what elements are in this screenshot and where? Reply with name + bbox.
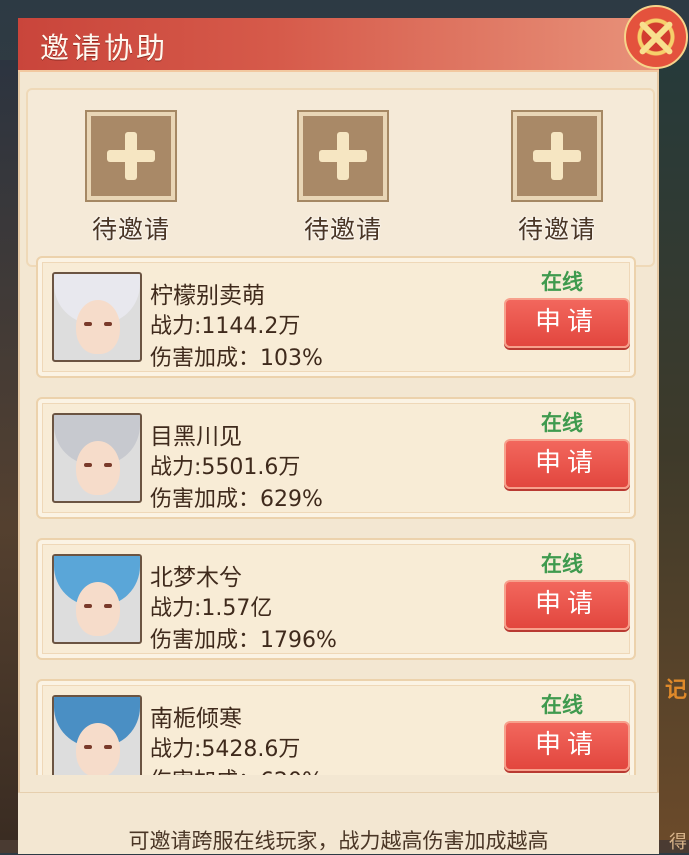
add-icon [85, 110, 177, 202]
player-power: 战力:5501.6万 [150, 455, 301, 480]
player-name: 南栀倾寒 [150, 706, 242, 732]
player-name: 目黑川见 [150, 424, 242, 450]
online-status: 在线 [541, 693, 583, 717]
close-flower-icon[interactable] [624, 5, 688, 69]
invite-slots: 待邀请 待邀请 待邀请 [26, 88, 655, 267]
apply-button[interactable]: 申请 [504, 439, 630, 489]
background-side-text: 记 [664, 678, 687, 703]
player-card: 南栀倾寒 战力:5428.6万 伤害加成：620% 在线 申请 [36, 679, 636, 775]
dialog-title: 邀请协助 [40, 31, 169, 65]
avatar [52, 272, 142, 362]
avatar [52, 554, 142, 644]
apply-button[interactable]: 申请 [504, 721, 630, 771]
player-name: 柠檬别卖萌 [150, 283, 265, 309]
player-power: 战力:1144.2万 [150, 314, 301, 339]
invite-slot-1[interactable]: 待邀请 [85, 110, 177, 244]
player-bonus: 伤害加成：103% [150, 346, 323, 371]
footer: 可邀请跨服在线玩家，战力越高伤害加成越高 [18, 792, 659, 854]
player-bonus: 伤害加成：1796% [150, 628, 337, 653]
player-bonus: 伤害加成：629% [150, 487, 323, 512]
online-status: 在线 [541, 270, 583, 294]
add-icon [297, 110, 389, 202]
add-icon [511, 110, 603, 202]
apply-button[interactable]: 申请 [504, 580, 630, 630]
player-list[interactable]: 柠檬别卖萌 战力:1144.2万 伤害加成：103% 在线 申请 目黑川见 战力… [32, 252, 644, 775]
title-bar: 邀请协助 [18, 18, 659, 72]
player-power: 战力:1.57亿 [150, 596, 273, 621]
player-card: 目黑川见 战力:5501.6万 伤害加成：629% 在线 申请 [36, 397, 636, 519]
background-side-text-bottom: 得 [669, 832, 687, 853]
invite-slot-2[interactable]: 待邀请 [297, 110, 389, 244]
online-status: 在线 [541, 411, 583, 435]
player-card: 柠檬别卖萌 战力:1144.2万 伤害加成：103% 在线 申请 [36, 256, 636, 378]
slot-label: 待邀请 [91, 215, 170, 244]
avatar [52, 413, 142, 503]
player-card: 北梦木兮 战力:1.57亿 伤害加成：1796% 在线 申请 [36, 538, 636, 660]
online-status: 在线 [541, 552, 583, 576]
player-bonus: 伤害加成：620% [150, 763, 323, 775]
background-right [659, 60, 689, 840]
apply-button[interactable]: 申请 [504, 298, 630, 348]
invite-slot-3[interactable]: 待邀请 [511, 110, 603, 244]
invite-assist-dialog: 邀请协助 待邀请 待邀请 待邀请 柠檬别卖萌 战力:1144.2万 伤害加成：1… [18, 18, 659, 854]
avatar [52, 695, 142, 775]
player-power: 战力:5428.6万 [150, 737, 301, 762]
footer-hint: 可邀请跨服在线玩家，战力越高伤害加成越高 [128, 829, 549, 853]
player-name: 北梦木兮 [150, 565, 242, 591]
slot-label: 待邀请 [517, 215, 596, 244]
slot-label: 待邀请 [303, 215, 382, 244]
